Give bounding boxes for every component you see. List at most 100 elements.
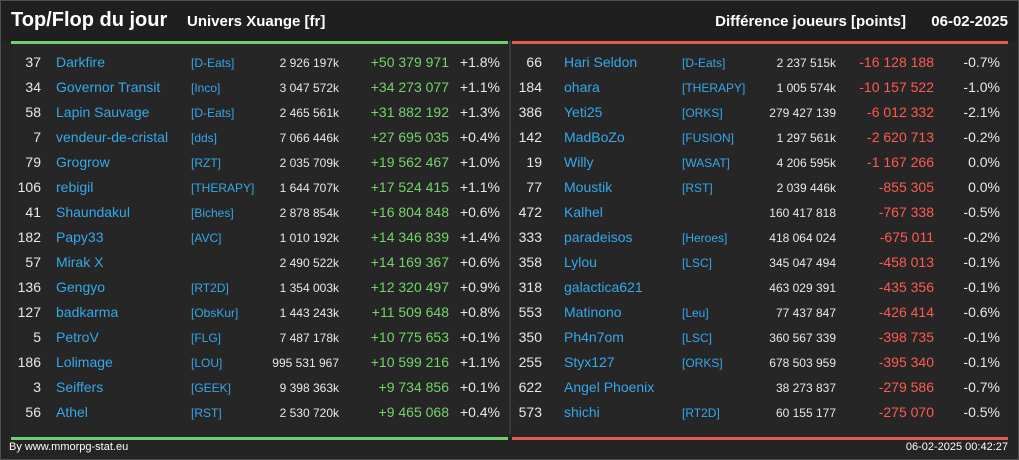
points-difference: -279 586: [878, 379, 934, 395]
points-difference: -435 356: [878, 279, 934, 295]
player-name-link[interactable]: ohara: [564, 79, 600, 95]
top-players-list: 37 Darkfire [D-Eats] 2 926 197k +50 379 971 +…: [11, 50, 508, 425]
flop-players-list: 66 Hari Seldon [D-Eats] 2 237 515k -16 128 1…: [512, 50, 1008, 425]
player-name-link[interactable]: Lapin Sauvage: [56, 104, 149, 120]
player-row: 553 Matinono [Leu] 77 437 847 -426 414 -0.6%: [512, 300, 1008, 325]
player-name-link[interactable]: Mirak X: [56, 254, 103, 270]
player-rank: 77: [526, 179, 542, 195]
points-difference: -675 011: [879, 229, 934, 245]
player-guild-link[interactable]: [RST]: [682, 181, 713, 195]
player-guild-link[interactable]: [D-Eats]: [191, 56, 234, 70]
player-guild-link[interactable]: [D-Eats]: [682, 56, 725, 70]
player-name-link[interactable]: Darkfire: [56, 54, 105, 70]
player-name-link[interactable]: Willy: [564, 154, 594, 170]
player-guild-link[interactable]: [ObsKur]: [191, 306, 238, 320]
percent-change: -2.1%: [963, 104, 1000, 120]
player-rank: 350: [518, 329, 542, 345]
player-guild-link[interactable]: [dds]: [191, 131, 217, 145]
player-name-link[interactable]: Moustik: [564, 179, 612, 195]
player-name-link[interactable]: Lolimage: [56, 354, 113, 370]
player-guild-link[interactable]: [FLG]: [191, 331, 221, 345]
player-name-link[interactable]: Angel Phoenix: [564, 379, 654, 395]
player-name-link[interactable]: galactica621: [564, 279, 643, 295]
player-guild-link[interactable]: [THERAPY]: [191, 181, 254, 195]
player-rank: 58: [25, 104, 41, 120]
player-name-link[interactable]: Governor Transit: [56, 79, 160, 95]
player-rank: 622: [518, 379, 542, 395]
player-guild-link[interactable]: [WASAT]: [682, 156, 730, 170]
player-name-link[interactable]: Yeti25: [564, 104, 602, 120]
player-points: 9 398 363k: [279, 381, 339, 395]
player-guild-link[interactable]: [RST]: [191, 406, 222, 420]
player-guild-link[interactable]: [ORKS]: [682, 106, 723, 120]
player-name-link[interactable]: Athel: [56, 404, 88, 420]
player-points: 279 427 139: [769, 106, 836, 120]
player-row: 77 Moustik [RST] 2 039 446k -855 305 0.0%: [512, 175, 1008, 200]
player-rank: 5: [33, 329, 41, 345]
player-name-link[interactable]: badkarma: [56, 304, 118, 320]
player-points: 463 029 391: [769, 281, 836, 295]
player-name-link[interactable]: Gengyo: [56, 279, 105, 295]
player-name-link[interactable]: paradeisos: [564, 229, 633, 245]
player-name-link[interactable]: Shaundakul: [56, 204, 130, 220]
percent-change: -0.2%: [963, 129, 1000, 145]
points-difference: +27 695 035: [370, 129, 449, 145]
player-name-link[interactable]: rebigil: [56, 179, 93, 195]
player-guild-link[interactable]: [Inco]: [191, 81, 220, 95]
player-guild-link[interactable]: [Leu]: [682, 306, 709, 320]
player-name-link[interactable]: Grogrow: [56, 154, 110, 170]
player-guild-link[interactable]: [AVC]: [191, 231, 221, 245]
player-points: 2 039 446k: [776, 181, 836, 195]
player-rank: 7: [33, 129, 41, 145]
player-name-link[interactable]: Styx127: [564, 354, 615, 370]
player-name-link[interactable]: Papy33: [56, 229, 103, 245]
player-rank: 184: [518, 79, 542, 95]
player-guild-link[interactable]: [ORKS]: [682, 356, 723, 370]
player-row: 106 rebigil [THERAPY] 1 644 707k +17 524 415…: [11, 175, 508, 200]
player-rank: 34: [25, 79, 41, 95]
player-name-link[interactable]: Lylou: [564, 254, 597, 270]
percent-change: +0.1%: [459, 329, 500, 345]
player-points: 678 503 959: [769, 356, 836, 370]
flop-players-panel: 66 Hari Seldon [D-Eats] 2 237 515k -16 128 1…: [512, 41, 1008, 440]
player-row: 333 paradeisos [Heroes] 418 064 024 -675 011…: [512, 225, 1008, 250]
player-name-link[interactable]: PetroV: [56, 329, 99, 345]
player-name-link[interactable]: Ph4n7om: [564, 329, 624, 345]
player-points: 4 206 595k: [776, 156, 836, 170]
player-name-link[interactable]: Matinono: [564, 304, 622, 320]
player-guild-link[interactable]: [RZT]: [191, 156, 221, 170]
player-guild-link[interactable]: [Heroes]: [682, 231, 727, 245]
player-row: 7 vendeur-de-cristal [dds] 7 066 446k +27 69…: [11, 125, 508, 150]
top-flop-board: Top/Flop du jour Univers Xuange [fr] Dif…: [0, 0, 1019, 460]
player-guild-link[interactable]: [LSC]: [682, 256, 712, 270]
player-points: 360 567 339: [769, 331, 836, 345]
player-guild-link[interactable]: [GEEK]: [191, 381, 231, 395]
player-name-link[interactable]: Hari Seldon: [564, 54, 637, 70]
points-difference: +16 804 848: [370, 204, 449, 220]
player-guild-link[interactable]: [D-Eats]: [191, 106, 234, 120]
player-guild-link[interactable]: [Biches]: [191, 206, 234, 220]
player-guild-link[interactable]: [THERAPY]: [682, 81, 745, 95]
points-difference: -1 167 266: [867, 154, 934, 170]
player-guild-link[interactable]: [FUSION]: [682, 131, 734, 145]
player-name-link[interactable]: shichi: [564, 404, 600, 420]
player-rank: 3: [33, 379, 41, 395]
player-guild-link[interactable]: [RT2D]: [191, 281, 229, 295]
player-guild-link[interactable]: [LOU]: [191, 356, 222, 370]
player-rank: 136: [17, 279, 41, 295]
player-points: 2 490 522k: [279, 256, 339, 270]
player-row: 573 shichi [RT2D] 60 155 177 -275 070 -0.5%: [512, 400, 1008, 425]
player-name-link[interactable]: Kalhel: [564, 204, 603, 220]
player-points: 345 047 494: [769, 256, 836, 270]
player-name-link[interactable]: MadBoZo: [564, 129, 625, 145]
player-row: 5 PetroV [FLG] 7 487 178k +10 775 653 +0.1%: [11, 325, 508, 350]
player-name-link[interactable]: Seiffers: [56, 379, 103, 395]
player-guild-link[interactable]: [RT2D]: [682, 406, 720, 420]
player-points: 160 417 818: [769, 206, 836, 220]
player-points: 2 035 709k: [279, 156, 339, 170]
generated-timestamp: 06-02-2025 00:42:27: [905, 441, 1008, 453]
player-name-link[interactable]: vendeur-de-cristal: [56, 129, 168, 145]
player-guild-link[interactable]: [LSC]: [682, 331, 712, 345]
percent-change: +0.4%: [459, 404, 500, 420]
player-points: 1 297 561k: [776, 131, 836, 145]
